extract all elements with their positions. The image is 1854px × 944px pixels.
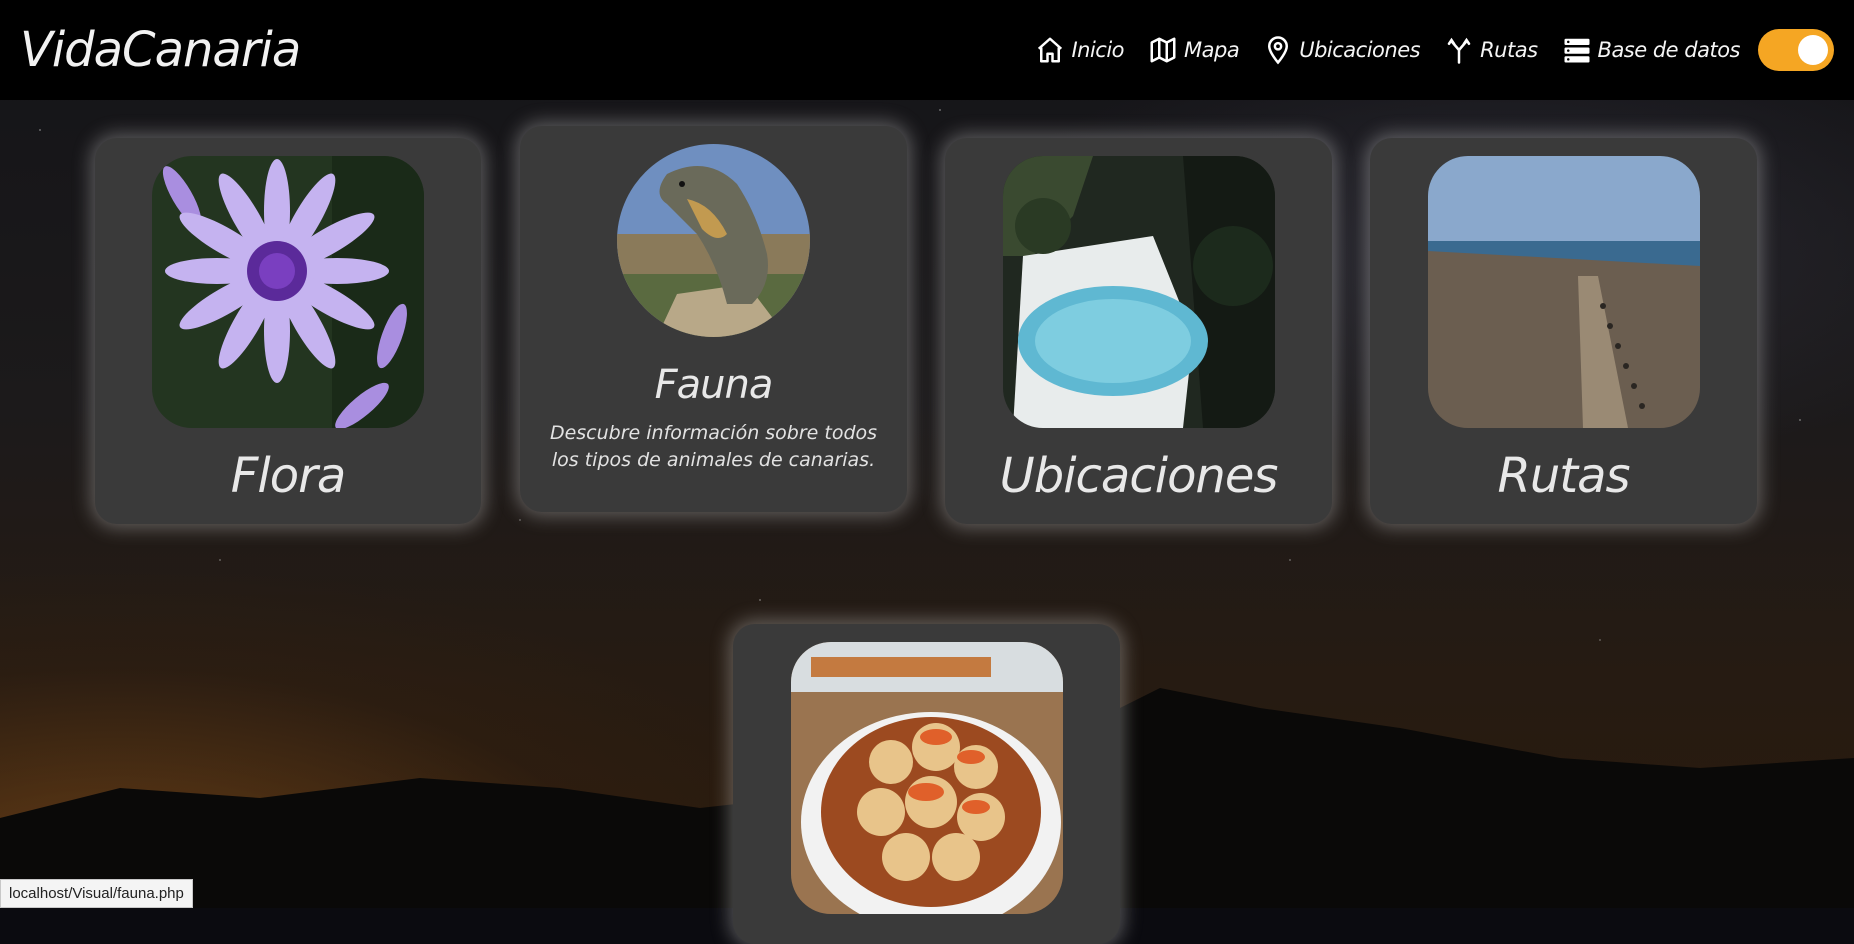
main-nav: Inicio Mapa Ubicaciones Rutas Base de da… — [1011, 29, 1834, 71]
nav-label: Inicio — [1071, 38, 1125, 62]
card-ubicaciones[interactable]: Ubicaciones — [945, 138, 1332, 524]
location-pin-icon — [1268, 36, 1289, 65]
toggle-knob — [1798, 35, 1828, 65]
card-title: Rutas — [1497, 448, 1630, 504]
card-title: Fauna — [654, 362, 774, 408]
card-rutas[interactable]: Rutas — [1370, 138, 1757, 524]
theme-toggle[interactable] — [1758, 29, 1834, 71]
nav-label: Ubicaciones — [1299, 38, 1421, 62]
top-navbar: VidaCanaria Inicio Mapa Ubicaciones Ruta… — [0, 0, 1854, 100]
nav-label: Rutas — [1480, 38, 1538, 62]
home-icon — [1038, 37, 1063, 63]
card-fauna[interactable]: Fauna Descubre información sobre todos l… — [520, 126, 907, 512]
nav-item-base-de-datos[interactable]: Base de datos — [1562, 35, 1741, 65]
nav-item-ubicaciones[interactable]: Ubicaciones — [1263, 35, 1421, 65]
fauna-image — [617, 144, 810, 337]
nav-label: Mapa — [1184, 38, 1240, 62]
flora-image — [152, 156, 424, 428]
nav-item-mapa[interactable]: Mapa — [1148, 35, 1240, 65]
card-title: Ubicaciones — [999, 448, 1279, 504]
brand-logo[interactable]: VidaCanaria — [20, 22, 301, 78]
rutas-image — [1428, 156, 1700, 428]
database-icon — [1564, 38, 1590, 63]
nav-label: Base de datos — [1597, 38, 1741, 62]
map-icon — [1150, 37, 1176, 63]
card-gastronomia[interactable] — [733, 624, 1120, 944]
card-description: Descubre información sobre todos los tip… — [549, 422, 878, 471]
card-title: Flora — [230, 448, 346, 504]
card-flora[interactable]: Flora — [95, 138, 481, 524]
status-bar-url: localhost/Visual/fauna.php — [0, 879, 193, 908]
ubicaciones-image — [1003, 156, 1275, 428]
gastronomia-image — [791, 642, 1063, 914]
nav-item-inicio[interactable]: Inicio — [1035, 35, 1125, 65]
nav-item-rutas[interactable]: Rutas — [1444, 35, 1538, 65]
route-fork-icon — [1447, 37, 1471, 64]
